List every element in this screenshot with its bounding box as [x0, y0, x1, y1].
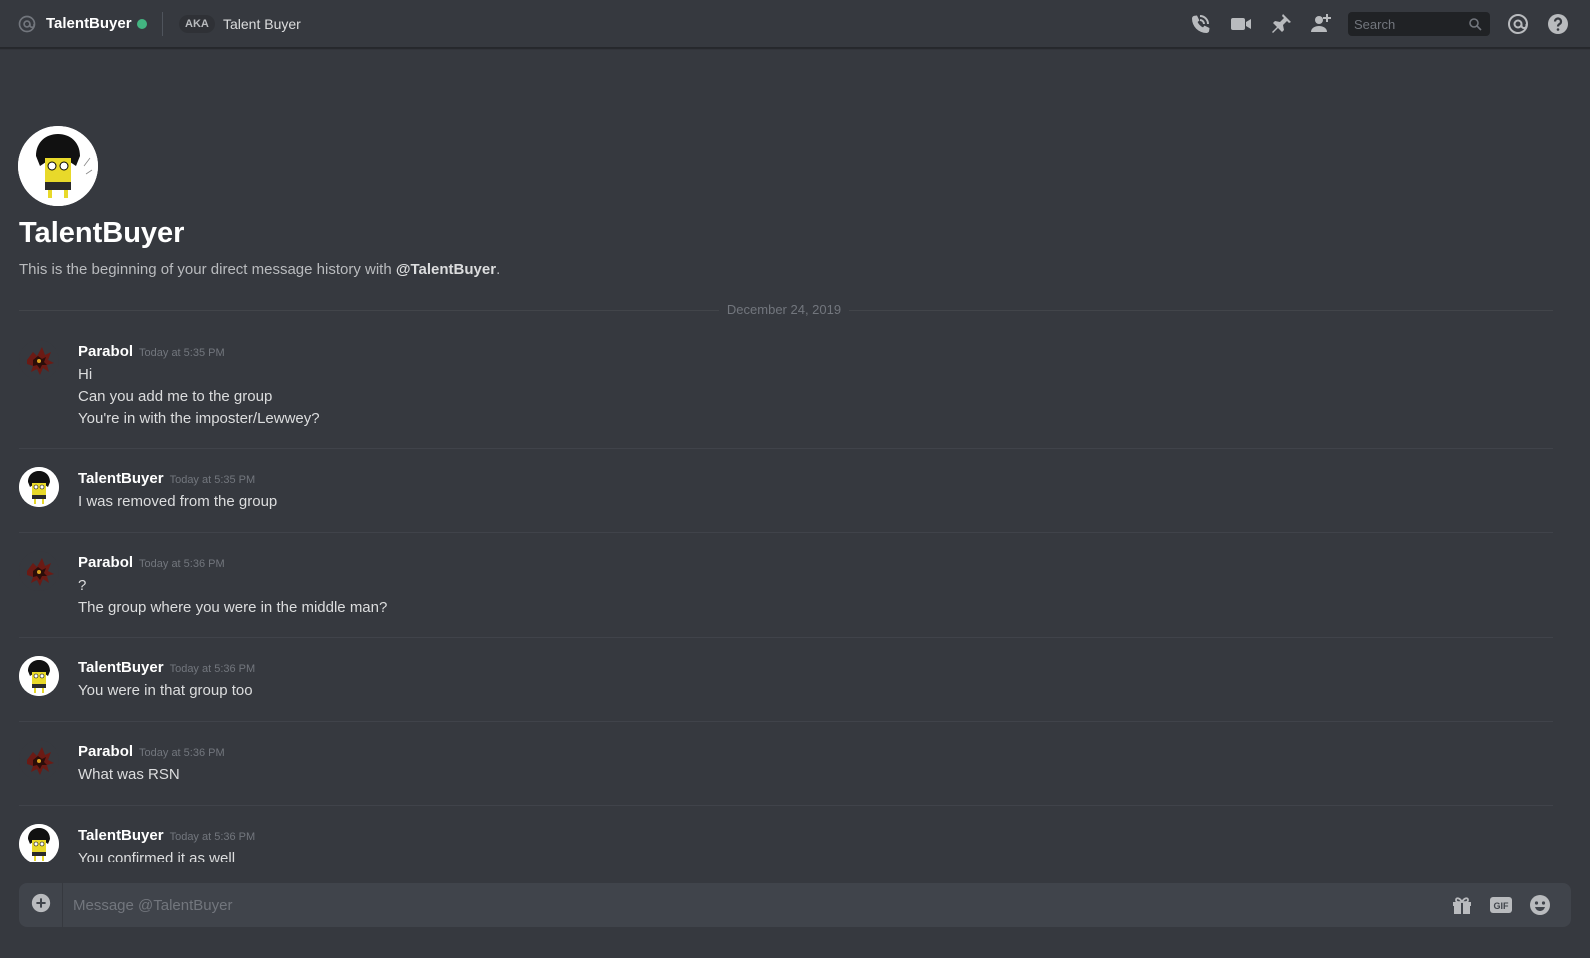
message-list[interactable]: Parabol Today at 5:35 PM Hi Can you add m… — [0, 330, 1590, 862]
message-text: What was RSN — [78, 766, 180, 783]
message-author[interactable]: Parabol Today at 5:35 PM — [78, 342, 225, 363]
author-name[interactable]: Parabol — [78, 554, 133, 571]
author-name[interactable]: Parabol — [78, 743, 133, 760]
search-input[interactable] — [1348, 12, 1466, 36]
date-divider: December 24, 2019 — [19, 302, 1553, 318]
gift-icon[interactable] — [1450, 893, 1474, 917]
video-icon[interactable] — [1229, 12, 1253, 36]
message-content: What was RSN — [78, 764, 180, 786]
avatar-talentbuyer[interactable] — [19, 467, 59, 507]
message-separator — [19, 448, 1553, 449]
author-name[interactable]: TalentBuyer — [78, 470, 164, 487]
message-author[interactable]: TalentBuyer Today at 5:36 PM — [78, 826, 255, 847]
mention-icon[interactable] — [1506, 12, 1530, 36]
search-icon — [1468, 17, 1482, 31]
discord-dm-window: TalentBuyer AKA Talent Buyer Search Tale… — [0, 0, 1590, 958]
message-separator — [19, 805, 1553, 806]
message-text: I was removed from the group — [78, 493, 278, 510]
date-divider-label: December 24, 2019 — [726, 302, 842, 317]
gif-icon[interactable]: GIF — [1489, 893, 1513, 917]
intro-description: This is the beginning of your direct mes… — [19, 260, 500, 280]
divider-line — [19, 310, 719, 311]
help-icon[interactable] — [1546, 12, 1570, 36]
message-text: The group where you were in the middle m… — [78, 599, 388, 616]
message-author[interactable]: TalentBuyer Today at 5:36 PM — [78, 658, 255, 679]
message-text: You're in with the imposter/Lewwey? — [78, 410, 320, 427]
plus-circle-icon — [30, 892, 52, 919]
message-text: You were in that group too — [78, 682, 253, 699]
message-text: Hi — [78, 366, 93, 383]
author-name[interactable]: Parabol — [78, 343, 133, 360]
intro-desc-prefix: This is the beginning of your direct mes… — [19, 261, 396, 278]
divider-line — [849, 310, 1553, 311]
message-timestamp: Today at 5:35 PM — [139, 347, 225, 359]
message-text: You confirmed it as well — [78, 850, 236, 862]
author-name[interactable]: TalentBuyer — [78, 659, 164, 676]
message-content: Hi Can you add me to the group You're in… — [78, 364, 320, 430]
avatar-parabol[interactable] — [19, 340, 59, 380]
online-status-dot — [137, 19, 147, 29]
intro-desc-suffix: . — [496, 261, 501, 278]
phone-call-icon[interactable] — [1189, 12, 1213, 36]
intro-desc-user[interactable]: @TalentBuyer — [396, 261, 496, 278]
message-text: ? — [78, 577, 87, 594]
avatar-parabol[interactable] — [19, 551, 59, 591]
intro-username: TalentBuyer — [19, 217, 185, 249]
message-content: You confirmed it as well — [78, 848, 235, 862]
add-friend-icon[interactable] — [1309, 12, 1333, 36]
message-separator — [19, 721, 1553, 722]
message-timestamp: Today at 5:36 PM — [169, 663, 256, 675]
emoji-icon[interactable] — [1528, 893, 1552, 917]
message-composer: GIF — [19, 883, 1571, 927]
header-divider — [162, 12, 163, 36]
channel-header: TalentBuyer AKA Talent Buyer — [0, 0, 1590, 48]
message-author[interactable]: Parabol Today at 5:36 PM — [78, 742, 225, 763]
upload-button[interactable] — [19, 883, 63, 927]
message-content: ? The group where you were in the middle… — [78, 575, 387, 619]
message-author[interactable]: Parabol Today at 5:36 PM — [78, 553, 225, 574]
message-author[interactable]: TalentBuyer Today at 5:35 PM — [78, 469, 255, 490]
message-timestamp: Today at 5:36 PM — [169, 831, 256, 843]
message-text: Can you add me to the group — [78, 388, 273, 405]
message-separator — [19, 637, 1553, 638]
profile-avatar-large[interactable] — [18, 126, 98, 206]
message-separator — [19, 532, 1553, 533]
author-name[interactable]: TalentBuyer — [78, 827, 164, 844]
dm-nickname: Talent Buyer — [223, 16, 301, 32]
gif-label: GIF — [1494, 901, 1510, 911]
message-timestamp: Today at 5:36 PM — [139, 747, 225, 759]
message-content: You were in that group too — [78, 680, 253, 702]
message-timestamp: Today at 5:36 PM — [139, 558, 225, 570]
avatar-parabol[interactable] — [19, 740, 59, 780]
message-content: I was removed from the group — [78, 491, 277, 513]
message-timestamp: Today at 5:35 PM — [169, 474, 256, 486]
search-field[interactable] — [1348, 12, 1490, 36]
avatar-talentbuyer[interactable] — [19, 656, 59, 696]
dm-at-icon — [17, 14, 37, 34]
aka-badge: AKA — [179, 15, 215, 33]
pin-icon[interactable] — [1269, 12, 1293, 36]
dm-username[interactable]: TalentBuyer — [46, 14, 132, 34]
avatar-talentbuyer[interactable] — [19, 824, 59, 862]
message-input[interactable] — [73, 883, 1423, 927]
